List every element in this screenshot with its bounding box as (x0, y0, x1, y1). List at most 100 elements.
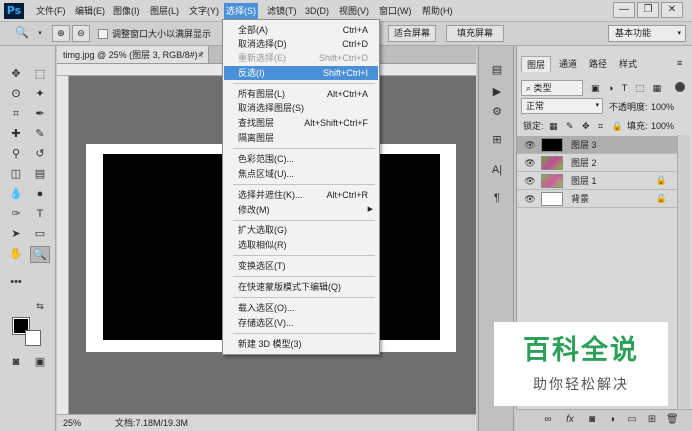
brush-tool-icon[interactable]: ✎ (30, 126, 50, 143)
menu-item-quick-mask[interactable]: 在快速蒙版模式下编辑(Q) (224, 280, 378, 294)
menu-item-deselect-layers[interactable]: 取消选择图层(S) (224, 101, 378, 115)
menu-filter[interactable]: 滤镜(T) (265, 5, 299, 18)
blend-mode-select[interactable]: 正常 ▾ (521, 98, 603, 114)
tab-layers[interactable]: 图层 (521, 56, 551, 72)
filter-icons[interactable]: ▣ ◑ T ⬚ ▦ (591, 81, 664, 95)
shape-tool-icon[interactable]: ▭ (30, 226, 50, 243)
menu-layer[interactable]: 图层(L) (148, 5, 181, 18)
adjustment-layer-icon[interactable]: ◑ (606, 414, 618, 426)
menu-item-deselect[interactable]: 取消选择(D) Ctrl+D (224, 37, 378, 51)
fill-screen-button[interactable]: 填充屏幕 (446, 25, 504, 42)
layer-row-layer-3[interactable]: 👁 图层 3 (517, 136, 677, 154)
menu-type[interactable]: 文字(Y) (187, 5, 221, 18)
menu-item-transform-selection[interactable]: 变换选区(T) (224, 259, 378, 273)
menu-item-select-and-mask[interactable]: 选择并遮住(K)... Alt+Ctrl+R (224, 188, 378, 202)
adjustments-panel-icon[interactable]: ⊞ (488, 132, 506, 148)
link-layers-icon[interactable]: ∞ (542, 414, 554, 426)
eye-icon[interactable]: 👁 (524, 175, 536, 187)
history-panel-icon[interactable]: ▤ (488, 62, 506, 78)
marquee-tool-icon[interactable]: ⬚ (30, 66, 50, 83)
path-selection-tool-icon[interactable]: ➤ (6, 226, 26, 243)
menu-item-find-layers[interactable]: 查找图层 Alt+Shift+Ctrl+F (224, 116, 378, 130)
lock-icons[interactable]: ▦ ✎ ✥ ⌗ 🔒 (549, 119, 626, 133)
close-icon[interactable]: × (198, 46, 203, 64)
eye-icon[interactable]: 👁 (524, 139, 536, 151)
opacity-value[interactable]: 100% (651, 100, 674, 114)
fit-screen-button[interactable]: 适合屏幕 (388, 25, 436, 42)
tab-paths[interactable]: 路径 (583, 56, 613, 72)
menu-item-inverse[interactable]: 反选(I) Shift+Ctrl+I (224, 66, 378, 80)
layer-row-background[interactable]: 👁 背景 🔒 (517, 190, 677, 208)
crop-tool-icon[interactable]: ⌗ (6, 106, 26, 123)
eye-icon[interactable]: 👁 (524, 157, 536, 169)
layer-row-layer-2[interactable]: 👁 图层 2 (517, 154, 677, 172)
workspace-select[interactable]: 基本功能 ▾ (608, 25, 686, 42)
menu-item-new-3d-model[interactable]: 新建 3D 模型(3) (224, 337, 378, 351)
lasso-tool-icon[interactable]: ʘ (6, 86, 26, 103)
menu-help[interactable]: 帮助(H) (420, 5, 455, 18)
clone-stamp-tool-icon[interactable]: ⚲ (6, 146, 26, 163)
background-color-swatch[interactable] (25, 330, 41, 346)
hand-tool-icon[interactable]: ✋ (6, 246, 26, 263)
new-layer-icon[interactable]: ⊞ (646, 414, 658, 426)
layer-mask-icon[interactable]: ◙ (586, 414, 598, 426)
dodge-tool-icon[interactable]: ● (30, 186, 50, 203)
menu-edit[interactable]: 编辑(E) (73, 5, 107, 18)
gradient-tool-icon[interactable]: ▤ (30, 166, 50, 183)
history-brush-tool-icon[interactable]: ↺ (30, 146, 50, 163)
actions-play-icon[interactable]: ▶ (488, 84, 506, 100)
zoom-level[interactable]: 25% (63, 415, 81, 431)
layers-scrollbar[interactable] (677, 135, 690, 409)
delete-layer-icon[interactable]: 🗑 (666, 414, 679, 426)
blur-tool-icon[interactable]: 💧 (6, 186, 26, 203)
resize-windows-checkbox[interactable] (98, 29, 108, 39)
minimize-button[interactable]: — (613, 2, 635, 18)
tab-styles[interactable]: 样式 (613, 56, 643, 72)
menu-window[interactable]: 窗口(W) (377, 5, 414, 18)
filter-toggle[interactable] (675, 82, 685, 92)
panel-menu-icon[interactable]: ≡ (677, 58, 682, 68)
tool-preset-chevron-icon[interactable]: ▾ (30, 25, 50, 42)
zoom-in-button[interactable]: ⊕ (52, 25, 70, 42)
pen-tool-icon[interactable]: ✑ (6, 206, 26, 223)
paragraph-panel-icon[interactable]: ¶ (488, 190, 506, 206)
properties-panel-icon[interactable]: ⚙ (488, 104, 506, 120)
layer-row-layer-1[interactable]: 👁 图层 1 🔒 (517, 172, 677, 190)
screen-mode-icon[interactable]: ▣ (30, 354, 50, 371)
menu-image[interactable]: 图像(I) (111, 5, 142, 18)
close-button[interactable]: ✕ (661, 2, 683, 18)
layer-style-fx-icon[interactable]: fx (564, 414, 576, 426)
menu-item-isolate-layers[interactable]: 隔离图层 (224, 131, 378, 145)
healing-brush-tool-icon[interactable]: ✚ (6, 126, 26, 143)
magic-wand-tool-icon[interactable]: ✦ (30, 86, 50, 103)
tab-channels[interactable]: 通道 (553, 56, 583, 72)
zoom-out-button[interactable]: ⊖ (72, 25, 90, 42)
layer-filter-select[interactable]: ⌕ 类型 (521, 80, 583, 96)
menu-item-save-selection[interactable]: 存储选区(V)... (224, 316, 378, 330)
document-tab[interactable]: timg.jpg @ 25% (图层 3, RGB/8#) * × (57, 46, 209, 64)
more-tools-icon[interactable]: ••• (6, 274, 26, 291)
menu-item-grow[interactable]: 扩大选取(G) (224, 223, 378, 237)
menu-file[interactable]: 文件(F) (34, 5, 68, 18)
menu-item-all-layers[interactable]: 所有图层(L) Alt+Ctrl+A (224, 87, 378, 101)
menu-select[interactable]: 选择(S) (224, 3, 258, 20)
menu-view[interactable]: 视图(V) (337, 5, 371, 18)
menu-item-select-all[interactable]: 全部(A) Ctrl+A (224, 23, 378, 37)
menu-item-load-selection[interactable]: 载入选区(O)... (224, 301, 378, 315)
move-tool-icon[interactable]: ✥ (6, 66, 26, 83)
menu-3d[interactable]: 3D(D) (303, 5, 331, 18)
swap-colors-icon[interactable]: ⇆ (30, 298, 50, 315)
eraser-tool-icon[interactable]: ◫ (6, 166, 26, 183)
new-group-icon[interactable]: ▭ (626, 414, 638, 426)
eye-icon[interactable]: 👁 (524, 193, 536, 205)
restore-button[interactable]: ❐ (637, 2, 659, 18)
menu-item-color-range[interactable]: 色彩范围(C)... (224, 152, 378, 166)
menu-item-focus-area[interactable]: 焦点区域(U)... (224, 167, 378, 181)
menu-item-similar[interactable]: 选取相似(R) (224, 238, 378, 252)
type-tool-icon[interactable]: T (30, 206, 50, 223)
quick-mask-icon[interactable]: ◙ (6, 354, 26, 371)
character-panel-icon[interactable]: A| (488, 162, 506, 178)
menu-item-modify[interactable]: 修改(M) ▶ (224, 203, 378, 217)
zoom-tool-button-icon[interactable]: 🔍 (30, 246, 50, 263)
eyedropper-tool-icon[interactable]: ✒ (30, 106, 50, 123)
